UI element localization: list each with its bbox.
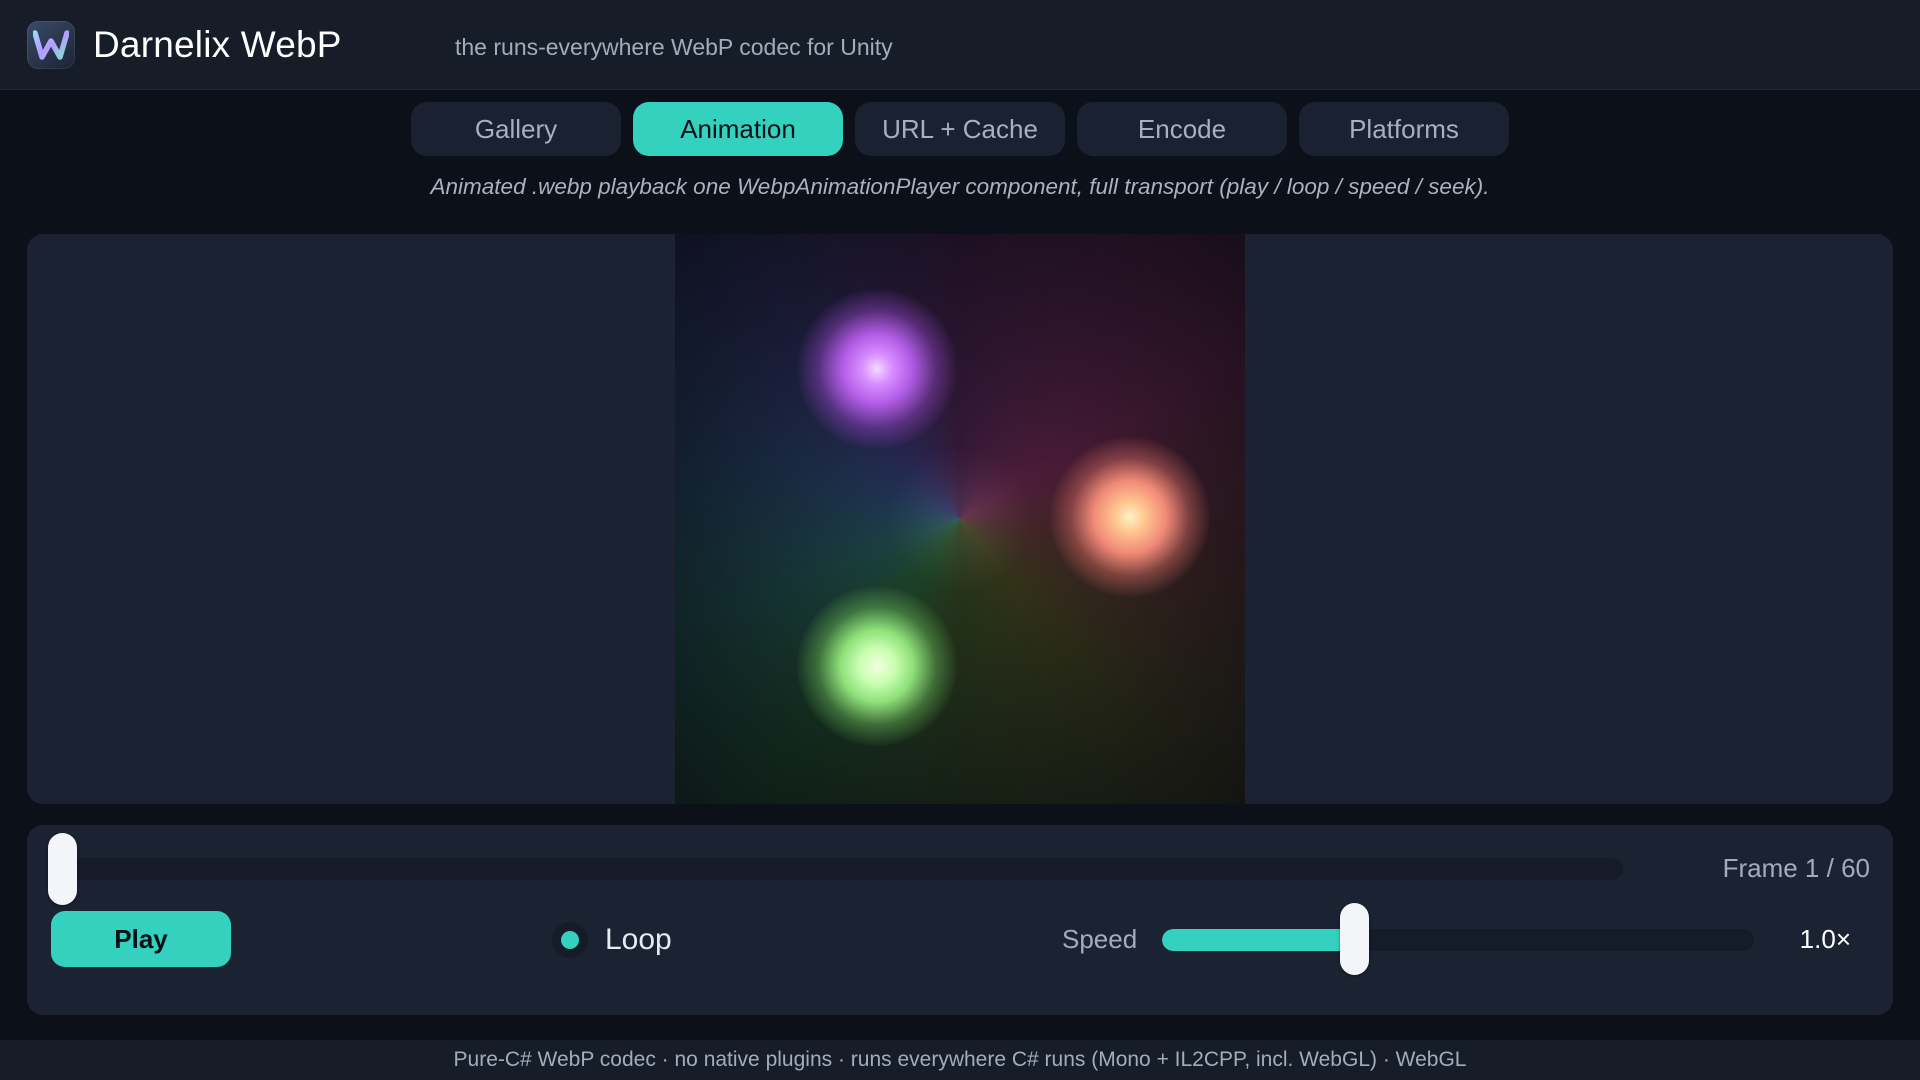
seek-slider[interactable] bbox=[63, 858, 1623, 880]
tagline: the runs-everywhere WebP codec for Unity bbox=[455, 34, 893, 60]
frame-counter: Frame 1 / 60 bbox=[1722, 853, 1870, 883]
tab-encode[interactable]: Encode bbox=[1077, 102, 1287, 156]
tab-gallery[interactable]: Gallery bbox=[411, 102, 621, 156]
transport-controls: Frame 1 / 60 Play Loop Speed 1.0× bbox=[27, 825, 1893, 1015]
header: Darnelix WebP the runs-everywhere WebP c… bbox=[0, 0, 1920, 90]
play-button[interactable]: Play bbox=[51, 911, 231, 967]
tab-animation[interactable]: Animation bbox=[633, 102, 843, 156]
speed-slider-thumb[interactable] bbox=[1340, 903, 1369, 975]
tab-bar: Gallery Animation URL + Cache Encode Pla… bbox=[0, 102, 1920, 156]
app-root: Darnelix WebP the runs-everywhere WebP c… bbox=[0, 0, 1920, 1080]
loop-toggle[interactable]: Loop bbox=[552, 920, 672, 960]
animation-frame bbox=[675, 234, 1245, 804]
animation-viewer bbox=[27, 234, 1893, 804]
loop-radio-indicator[interactable] bbox=[552, 922, 588, 958]
speed-value: 1.0× bbox=[1799, 924, 1851, 954]
peach-orb bbox=[1050, 437, 1210, 597]
brand-title: Darnelix WebP bbox=[93, 24, 342, 65]
tab-url-cache[interactable]: URL + Cache bbox=[855, 102, 1065, 156]
green-orb bbox=[797, 586, 957, 746]
page-subtitle: Animated .webp playback one WebpAnimatio… bbox=[430, 174, 1490, 199]
w-logo-icon bbox=[27, 21, 75, 69]
purple-orb bbox=[797, 289, 957, 449]
speed-slider-fill bbox=[1162, 929, 1354, 951]
tab-platforms[interactable]: Platforms bbox=[1299, 102, 1509, 156]
seek-slider-thumb[interactable] bbox=[48, 833, 77, 905]
loop-label: Loop bbox=[605, 923, 672, 956]
speed-label: Speed bbox=[1062, 924, 1138, 954]
footer-note: Pure-C# WebP codec · no native plugins ·… bbox=[0, 1040, 1920, 1080]
speed-slider[interactable] bbox=[1162, 929, 1754, 951]
